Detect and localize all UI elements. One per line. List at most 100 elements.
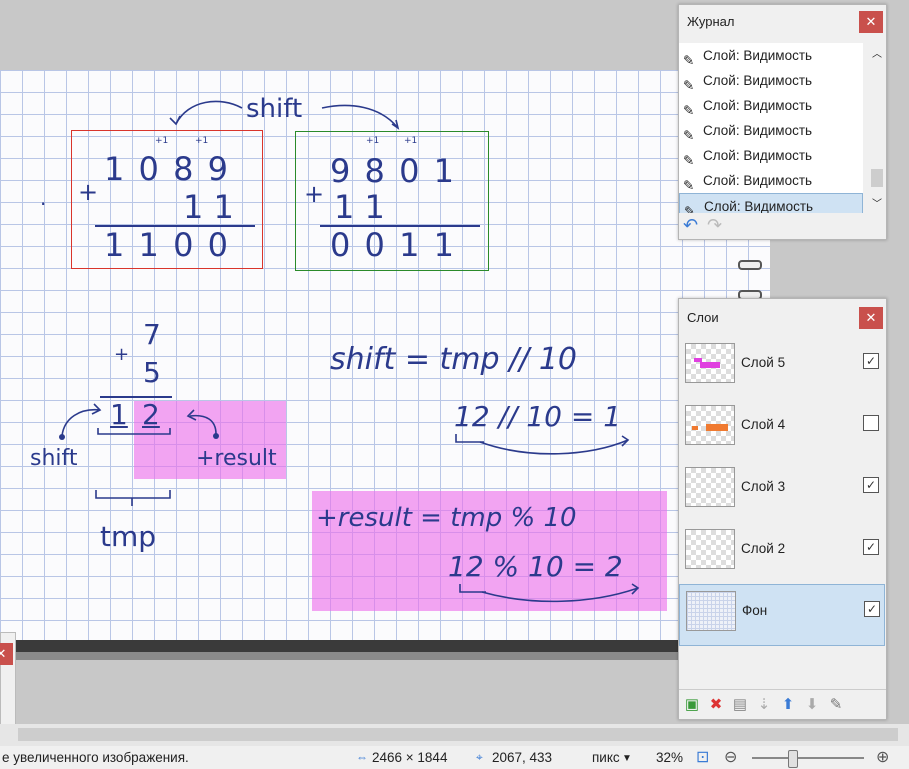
history-item-label: Слой: Видимость (703, 123, 813, 138)
delete-layer-icon[interactable]: ✖ (707, 696, 725, 714)
scroll-up-icon[interactable]: ︿ (872, 45, 882, 60)
eq-result: +result = tmp % 10 (316, 503, 577, 533)
layer-row-background[interactable]: Фон ✓ (679, 584, 885, 646)
history-list: ✎ Слой: Видимость ✎ Слой: Видимость ✎ Слой:… (679, 43, 863, 213)
pencil-icon: ✎ (683, 53, 695, 68)
small-sum-n1: 7 (143, 318, 161, 351)
move-layer-up-icon[interactable]: ⬆ (779, 696, 797, 714)
layers-panel: Слои ✕ Слой 5 ✓ Слой 4 Слой 3 ✓ Слой 2 ✓… (678, 298, 887, 720)
layers-title: Слои (687, 310, 719, 325)
history-item-label: Слой: Видимость (703, 48, 813, 63)
zoom-slider-track[interactable] (752, 757, 864, 759)
layers-toolbar: ▣ ✖ ▤ ⇣ ⬆ ⬇ ✎ (679, 689, 886, 720)
left-panel-close-button[interactable]: ✕ (0, 643, 13, 665)
history-item[interactable]: ✎ Слой: Видимость (679, 143, 863, 168)
layer-row-3[interactable]: Слой 3 ✓ (679, 461, 883, 521)
layer-name: Слой 5 (741, 355, 786, 370)
undo-icon[interactable]: ↶ (683, 215, 698, 236)
layer-visibility-checkbox[interactable]: ✓ (863, 539, 879, 555)
zoom-out-icon[interactable]: ⊖ (724, 747, 737, 767)
redo-icon[interactable]: ↷ (707, 215, 722, 236)
image-size-icon: ⇔ (356, 750, 368, 764)
history-item-label: Слой: Видимость (703, 173, 813, 188)
cursor-position-icon: ⌖ (476, 750, 483, 764)
history-close-button[interactable]: ✕ (859, 11, 883, 33)
history-scrollbar[interactable]: ︿ ﹀ (868, 43, 886, 213)
layer-name: Слой 2 (741, 541, 786, 556)
layer-properties-icon[interactable]: ✎ (827, 696, 845, 714)
history-item-label: Слой: Видимость (703, 148, 813, 163)
layer-thumbnail (685, 529, 735, 569)
carry-label: +1 (195, 136, 209, 146)
history-item[interactable]: ✎ Слой: Видимость (679, 168, 863, 193)
eq-shift: shift = tmp // 10 (330, 342, 578, 377)
layer-visibility-checkbox[interactable]: ✓ (864, 601, 880, 617)
eq-shift-example: 12 // 10 = 1 (454, 400, 622, 433)
layer-visibility-checkbox[interactable] (863, 415, 879, 431)
fit-window-icon[interactable]: ⊡ (696, 747, 709, 767)
scroll-thumb[interactable] (871, 169, 883, 187)
pencil-icon: ✎ (683, 178, 695, 193)
history-title: Журнал (687, 14, 735, 29)
duplicate-layer-icon[interactable]: ▤ (731, 696, 749, 714)
zoom-slider-thumb[interactable] (788, 750, 798, 768)
scroll-thumb[interactable] (18, 728, 898, 741)
history-item-label: Слой: Видимость (703, 98, 813, 113)
right-sum-mid: 1 1 (334, 188, 385, 226)
history-item[interactable]: ✎ Слой: Видимость (679, 93, 863, 118)
history-item-selected[interactable]: ✎ Слой: Видимость (679, 193, 863, 213)
right-sum-plus: + (304, 180, 325, 208)
stray-dot: . (40, 186, 47, 210)
layer-visibility-checkbox[interactable]: ✓ (863, 477, 879, 493)
status-bar: е увеличенного изображения. ⇔ 2466 × 184… (0, 746, 909, 769)
units-selector[interactable]: пикс (592, 750, 620, 765)
history-item[interactable]: ✎ Слой: Видимость (679, 118, 863, 143)
carry-label: +1 (366, 136, 380, 146)
layer-thumbnail (685, 405, 735, 445)
left-sum-mid: 1 1 (183, 188, 234, 226)
result-label: +result (196, 446, 277, 471)
scroll-down-icon[interactable]: ﹀ (872, 195, 882, 210)
pencil-icon: ✎ (684, 204, 696, 213)
units-dropdown-icon[interactable]: ▼ (622, 753, 632, 764)
history-panel: Журнал ✕ ✎ Слой: Видимость ✎ Слой: Видимос… (678, 4, 887, 240)
layer-visibility-checkbox[interactable]: ✓ (863, 353, 879, 369)
pencil-icon: ✎ (683, 103, 695, 118)
status-hint: е увеличенного изображения. (2, 750, 189, 765)
eq2-arrow (459, 583, 640, 603)
layer-thumbnail (685, 343, 735, 383)
right-sum-result: 0 0 1 1 (330, 226, 456, 264)
left-panel: ✕ (0, 632, 16, 726)
layer-thumbnail (686, 591, 736, 631)
history-item-label: Слой: Видимость (703, 73, 813, 88)
tmp-label: tmp (100, 520, 157, 553)
image-size: 2466 × 1844 (372, 750, 448, 765)
small-sum-plus: + (114, 344, 130, 365)
cursor-position: 2067, 433 (492, 750, 553, 765)
layer-row-2[interactable]: Слой 2 ✓ (679, 523, 883, 583)
zoom-level[interactable]: 32% (656, 750, 683, 765)
history-item-label: Слой: Видимость (704, 199, 814, 213)
left-sum-top: 1 0 8 9 (104, 150, 230, 188)
zoom-in-icon[interactable]: ⊕ (876, 747, 889, 767)
layers-close-button[interactable]: ✕ (859, 307, 883, 329)
horizontal-scrollbar[interactable] (0, 724, 909, 746)
merge-layer-down-icon[interactable]: ⇣ (755, 696, 773, 714)
eq-result-example: 12 % 10 = 2 (448, 550, 623, 583)
right-sum-top: 9 8 0 1 (330, 152, 456, 190)
layer-name: Фон (742, 603, 768, 618)
history-item[interactable]: ✎ Слой: Видимость (679, 43, 863, 68)
carry-label: +1 (404, 136, 418, 146)
paper-shadow (0, 652, 770, 660)
small-sum-n2: 5 (143, 356, 161, 389)
layer-name: Слой 4 (741, 417, 786, 432)
paper-edge (0, 640, 770, 652)
move-layer-down-icon[interactable]: ⬇ (803, 696, 821, 714)
left-sum-result: 1 1 0 0 (104, 226, 230, 264)
add-layer-icon[interactable]: ▣ (683, 696, 701, 714)
layer-row-4[interactable]: Слой 4 (679, 399, 883, 459)
pencil-icon: ✎ (683, 78, 695, 93)
carry-label: +1 (155, 136, 169, 146)
layer-row-5[interactable]: Слой 5 ✓ (679, 337, 883, 397)
history-item[interactable]: ✎ Слой: Видимость (679, 68, 863, 93)
